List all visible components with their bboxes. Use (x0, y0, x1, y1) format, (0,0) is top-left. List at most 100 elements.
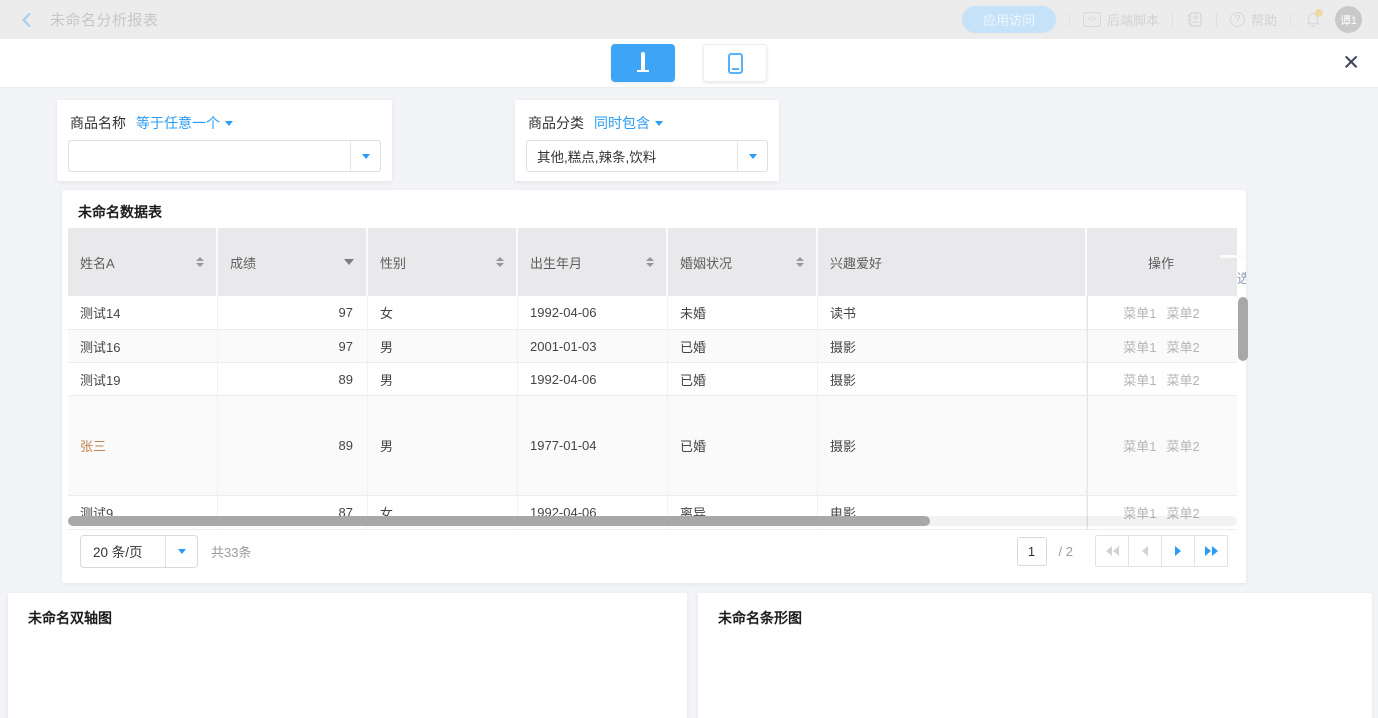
app-access-button[interactable]: 应用访问 (962, 6, 1056, 33)
record-link[interactable]: 张三 (80, 436, 106, 455)
prev-page-button[interactable] (1128, 535, 1162, 567)
header-notch (1220, 255, 1246, 258)
column-header-name[interactable]: 姓名A (68, 228, 218, 296)
table-row[interactable]: 测试19 89 男 1992-04-06 已婚 摄影 菜单1 菜单2 (68, 363, 1237, 396)
notification-bell-icon[interactable] (1304, 11, 1322, 29)
help-label: 帮助 (1251, 10, 1277, 29)
dropdown-arrow-button[interactable] (350, 141, 380, 171)
cell-birth: 1992-04-06 (518, 296, 668, 329)
close-icon[interactable]: ✕ (1342, 53, 1360, 74)
report-canvas: 商品名称 等于任意一个 商品分类 同时包含 其他,糕点,辣条,饮料 未命名数据表 (0, 88, 1378, 718)
cell-actions: 菜单1 菜单2 (1087, 296, 1235, 329)
notification-dot (1315, 9, 1323, 17)
row-action-menu1[interactable]: 菜单1 (1123, 337, 1156, 356)
filter-card-product-category: 商品分类 同时包含 其他,糕点,辣条,饮料 (515, 100, 779, 181)
vertical-scrollbar[interactable] (1238, 297, 1248, 361)
row-action-menu1[interactable]: 菜单1 (1123, 370, 1156, 389)
filter-value-input[interactable]: 其他,糕点,辣条,饮料 (526, 140, 768, 172)
column-header-hobby[interactable]: 兴趣爱好 (818, 228, 1087, 296)
cell-gender: 男 (368, 330, 518, 362)
dropdown-arrow-button[interactable] (737, 141, 767, 171)
filter-card-product-name: 商品名称 等于任意一个 (57, 100, 392, 181)
sort-icon[interactable] (496, 257, 504, 267)
table-row[interactable]: 测试14 97 女 1992-04-06 未婚 读书 菜单1 菜单2 (68, 296, 1237, 330)
help-icon: ? (1230, 12, 1245, 27)
cell-gender: 女 (368, 296, 518, 329)
horizontal-scrollbar-thumb[interactable] (68, 516, 930, 526)
column-label: 操作 (1148, 253, 1174, 272)
backend-script-button[interactable]: </> 后端脚本 (1083, 10, 1159, 29)
divider (1172, 13, 1173, 27)
cell-marital: 已婚 (668, 363, 818, 395)
cell-birth: 1992-04-06 (518, 363, 668, 395)
filter-operator-dropdown[interactable]: 等于任意一个 (136, 113, 233, 133)
horizontal-scrollbar-track[interactable] (68, 516, 1237, 526)
help-button[interactable]: ? 帮助 (1230, 10, 1277, 29)
column-header-marital[interactable]: 婚姻状况 (668, 228, 818, 296)
row-action-menu2[interactable]: 菜单2 (1167, 303, 1200, 322)
chart-title: 未命名条形图 (718, 608, 802, 628)
code-icon: </> (1083, 12, 1101, 27)
column-label: 成绩 (230, 253, 256, 272)
chevron-down-icon (225, 121, 233, 126)
page-number-input[interactable]: 1 (1017, 537, 1047, 566)
column-label: 出生年月 (530, 253, 582, 272)
mobile-view-button[interactable] (703, 44, 767, 82)
filter-value-input[interactable] (68, 140, 381, 172)
cell-birth: 2001-01-03 (518, 330, 668, 362)
row-action-menu2[interactable]: 菜单2 (1167, 436, 1200, 455)
sort-icon[interactable] (646, 257, 654, 267)
filter-operator-dropdown[interactable]: 同时包含 (594, 113, 663, 133)
first-page-button[interactable] (1095, 535, 1129, 567)
column-header-score[interactable]: 成绩 (218, 228, 368, 296)
cell-marital: 已婚 (668, 330, 818, 362)
table-widget: 未命名数据表 姓名A 成绩 性别 出生年月 婚姻状况 (62, 190, 1246, 583)
cell-gender: 男 (368, 363, 518, 395)
last-page-button[interactable] (1194, 535, 1228, 567)
contacts-button[interactable] (1186, 11, 1203, 28)
cell-hobby: 摄影 (818, 363, 1087, 395)
sort-desc-icon[interactable] (344, 259, 354, 265)
row-action-menu2[interactable]: 菜单2 (1167, 370, 1200, 389)
page-total: / 2 (1059, 544, 1073, 559)
cell-hobby: 摄影 (818, 396, 1087, 495)
row-action-menu1[interactable]: 菜单1 (1123, 303, 1156, 322)
filter-label: 商品分类 (528, 113, 584, 133)
table-row[interactable]: 测试16 97 男 2001-01-03 已婚 摄影 菜单1 菜单2 (68, 330, 1237, 363)
chart-title: 未命名双轴图 (28, 608, 112, 628)
avatar[interactable]: 谭1 (1335, 6, 1362, 33)
sort-icon[interactable] (196, 257, 204, 267)
filter-label: 商品名称 (70, 113, 126, 133)
column-header-gender[interactable]: 性别 (368, 228, 518, 296)
cell-birth: 1977-01-04 (518, 396, 668, 495)
table-body: 测试14 97 女 1992-04-06 未婚 读书 菜单1 菜单2 测试16 … (68, 296, 1237, 530)
chevron-down-icon (749, 154, 757, 159)
back-icon[interactable] (18, 11, 36, 29)
dropdown-arrow-button[interactable] (165, 536, 197, 567)
cell-actions: 菜单1 菜单2 (1087, 330, 1235, 362)
mobile-phone-icon (728, 53, 743, 74)
column-header-actions: 操作 (1087, 228, 1235, 296)
filter-operator-label: 等于任意一个 (136, 113, 220, 133)
total-count: 共33条 (211, 542, 251, 561)
preview-toolbar: ✕ (0, 39, 1378, 88)
cell-actions: 菜单1 菜单2 (1087, 396, 1235, 495)
desktop-view-button[interactable] (611, 44, 675, 82)
cell-hobby: 摄影 (818, 330, 1087, 362)
next-page-button[interactable] (1161, 535, 1195, 567)
chevron-down-icon (655, 121, 663, 126)
row-action-menu1[interactable]: 菜单1 (1123, 436, 1156, 455)
cell-score: 97 (218, 330, 368, 362)
table-header: 姓名A 成绩 性别 出生年月 婚姻状况 兴趣爱好 (68, 228, 1237, 296)
pagination-bar: 20 条/页 共33条 1 / 2 (62, 530, 1246, 572)
sort-icon[interactable] (796, 257, 804, 267)
row-action-menu2[interactable]: 菜单2 (1167, 337, 1200, 356)
table-row[interactable]: 张三 89 男 1977-01-04 已婚 摄影 菜单1 菜单2 (68, 396, 1237, 496)
divider (1290, 13, 1291, 27)
page-size-select[interactable]: 20 条/页 (80, 535, 198, 568)
clipped-edge-glyph: 选 (1237, 268, 1246, 284)
column-header-birth[interactable]: 出生年月 (518, 228, 668, 296)
bar-chart-widget: 未命名条形图 (698, 593, 1372, 718)
chevron-down-icon (178, 549, 186, 554)
cell-gender: 男 (368, 396, 518, 495)
